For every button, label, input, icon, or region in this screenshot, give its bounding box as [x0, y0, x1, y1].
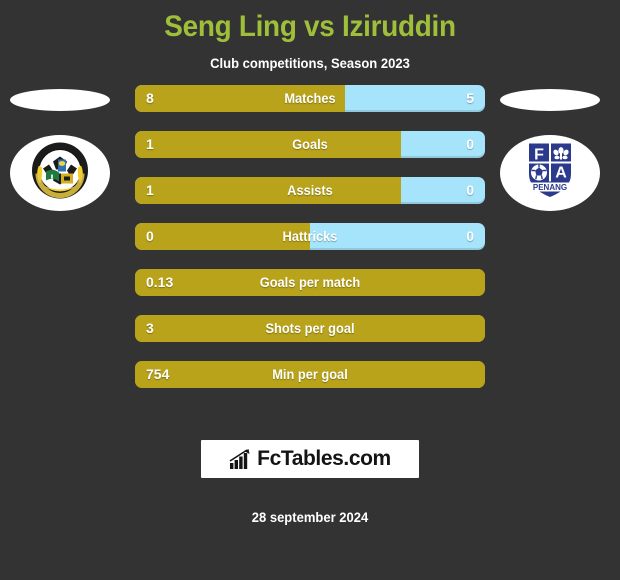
- stat-label: Goals per match: [259, 275, 361, 290]
- stat-row: 1 Assists 0: [135, 177, 485, 204]
- away-team-badge: F A PENANG: [495, 85, 615, 225]
- kuala-lumpur-club-crest-icon: [29, 140, 91, 207]
- stat-value-away: 0: [466, 228, 474, 244]
- away-badge-disc: F A PENANG: [500, 135, 600, 211]
- page-subtitle: Club competitions, Season 2023: [210, 55, 410, 71]
- stat-row: 0.13 Goals per match: [135, 269, 485, 296]
- home-badge-highlight-ellipse: [10, 89, 110, 111]
- fctables-brand-text: FcTables.com: [257, 447, 391, 470]
- footer: FcTables.com 28 september 2024: [0, 440, 620, 525]
- away-badge-highlight-ellipse: [500, 89, 600, 111]
- svg-text:F: F: [534, 147, 544, 164]
- penang-fa-crest-icon: F A PENANG: [520, 138, 580, 209]
- stat-row: 3 Shots per goal: [135, 315, 485, 342]
- home-badge-disc: [10, 135, 110, 211]
- stat-value-away: 0: [466, 182, 474, 198]
- stats-list: 8 Matches 5 1 Goals 0 1 Assists 0 0 Hattricks 0 0.13…: [135, 85, 485, 407]
- stat-row: 1 Goals 0: [135, 131, 485, 158]
- svg-text:PENANG: PENANG: [533, 183, 567, 192]
- stat-row: 754 Min per goal: [135, 361, 485, 388]
- stat-label: Matches: [284, 91, 336, 106]
- stat-label: Assists: [287, 183, 333, 198]
- fctables-brand-logo[interactable]: FcTables.com: [201, 440, 419, 478]
- header: Seng Ling vs Iziruddin Club competitions…: [0, 0, 620, 73]
- bar-chart-growth-icon: [229, 449, 253, 469]
- svg-text:A: A: [555, 165, 567, 182]
- stat-row: 0 Hattricks 0: [135, 223, 485, 250]
- home-team-badge: [5, 85, 125, 225]
- footer-date: 28 september 2024: [251, 509, 369, 525]
- stat-label: Min per goal: [272, 367, 348, 382]
- stat-label: Goals: [292, 137, 328, 152]
- page-title: Seng Ling vs Iziruddin: [164, 10, 456, 43]
- stat-label: Shots per goal: [265, 321, 355, 336]
- stat-label: Hattricks: [282, 229, 338, 244]
- stat-value-away: 0: [466, 136, 474, 152]
- comparison-area: 8 Matches 5 1 Goals 0 1 Assists 0 0 Hattricks 0 0.13…: [0, 85, 620, 395]
- stat-row: 8 Matches 5: [135, 85, 485, 112]
- stat-value-away: 5: [466, 90, 474, 106]
